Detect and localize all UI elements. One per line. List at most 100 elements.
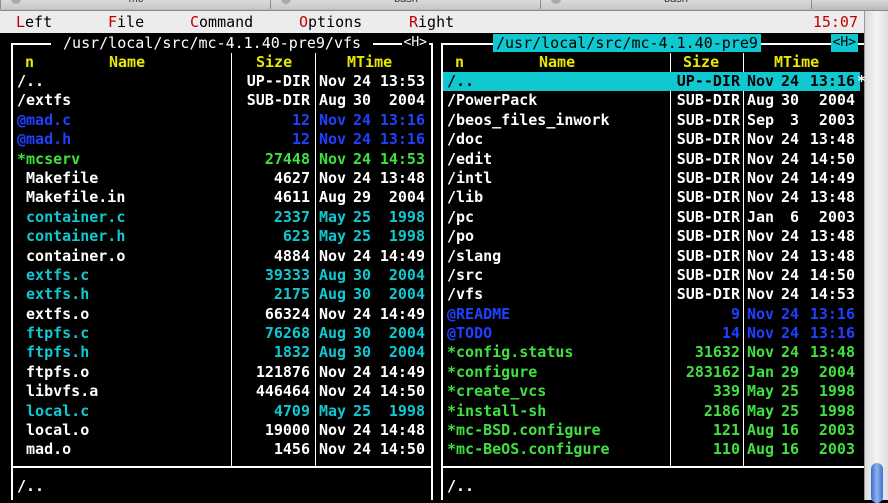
file-time: 1998 [388, 401, 425, 420]
file-row[interactable]: /.. UP--DIR Nov 24 13:53 [13, 72, 431, 91]
column-header-name[interactable]: Name [109, 53, 145, 72]
column-header-size[interactable]: Size [256, 53, 292, 72]
file-row[interactable]: *create_vcs 339 May 25 1998 [443, 382, 864, 401]
file-row[interactable]: /pc SUB-DIR Jan 6 2003 [443, 208, 864, 227]
scrollbar-thumb[interactable] [871, 463, 883, 503]
file-row[interactable]: @mad.c 12 Nov 24 13:16 [13, 111, 431, 130]
menu-left[interactable]: Left [16, 13, 52, 31]
file-row[interactable]: ftpfs.c 76268 Aug 30 2004 [13, 324, 431, 343]
column-header-size[interactable]: Size [683, 53, 719, 72]
file-name: libvfs.a [17, 382, 99, 401]
menu-file[interactable]: File [108, 13, 144, 31]
file-day: 24 [780, 227, 799, 246]
file-size: SUB-DIR [676, 227, 740, 246]
column-header-n[interactable]: n [455, 53, 464, 72]
file-name: @README [447, 304, 511, 323]
file-row[interactable]: /src SUB-DIR Nov 24 14:50 [443, 266, 864, 285]
file-day: 24 [780, 304, 799, 323]
file-row[interactable]: /edit SUB-DIR Nov 24 14:50 [443, 150, 864, 169]
file-row[interactable]: /beos_files_inwork SUB-DIR Sep 3 2003 [443, 111, 864, 130]
file-day: 16 [780, 440, 799, 459]
file-row[interactable]: libvfs.a 446464 Nov 24 14:50 [13, 382, 431, 401]
file-size: 121876 [255, 362, 310, 381]
panel-path[interactable]: /usr/local/src/mc-4.1.40-pre9 [493, 34, 761, 52]
panel-path[interactable]: /usr/local/src/mc-4.1.40-pre9/vfs [51, 34, 374, 52]
file-row[interactable]: @TODO 14 Nov 24 13:16 [443, 324, 864, 343]
file-row[interactable]: /extfs SUB-DIR Aug 30 2004 [13, 91, 431, 110]
file-row[interactable]: @mad.h 12 Nov 24 13:16 [13, 130, 431, 149]
terminal-tab[interactable]: bash [270, 0, 542, 9]
file-month: Aug [319, 91, 347, 110]
file-row[interactable]: extfs.h 2175 Aug 30 2004 [13, 285, 431, 304]
file-row[interactable]: /PowerPack SUB-DIR Aug 30 2004 [443, 91, 864, 110]
file-row[interactable]: ftpfs.o 121876 Nov 24 14:49 [13, 363, 431, 382]
file-name: /edit [447, 149, 493, 168]
terminal-tab[interactable]: mc [0, 0, 272, 9]
file-row[interactable]: local.c 4709 May 25 1998 [13, 402, 431, 421]
menu-command[interactable]: Command [190, 13, 253, 31]
panel-divider [443, 466, 864, 468]
terminal-tab-strip: mc bash bash [0, 0, 888, 11]
file-row[interactable]: mad.o 1456 Nov 24 14:50 [13, 440, 431, 459]
file-size: UP--DIR [246, 72, 310, 90]
file-row[interactable]: *configure 283162 Jan 29 2004 [443, 363, 864, 382]
file-row[interactable]: *mcserv 27448 Nov 24 14:53 [13, 150, 431, 169]
column-header-n[interactable]: n [25, 53, 34, 72]
file-day: 24 [352, 72, 371, 90]
file-row[interactable]: @README 9 Nov 24 13:16 [443, 305, 864, 324]
menu-options[interactable]: Options [299, 13, 362, 31]
file-row[interactable]: extfs.c 39333 Aug 30 2004 [13, 266, 431, 285]
file-month: Nov [319, 72, 347, 90]
menu-right[interactable]: Right [409, 13, 454, 31]
file-time: 14:53 [379, 149, 425, 168]
file-row[interactable]: /intl SUB-DIR Nov 24 14:49 [443, 169, 864, 188]
file-time: 13:16 [809, 324, 855, 343]
menu-bar: Left File Command Options Right 15:07 [0, 11, 864, 33]
file-row[interactable]: local.o 19000 Nov 24 14:48 [13, 421, 431, 440]
file-size: 2337 [273, 207, 310, 226]
file-time: 2003 [818, 440, 855, 459]
left-file-panel[interactable]: /usr/local/src/mc-4.1.40-pre9/vfs <H> n … [11, 34, 433, 500]
file-row[interactable]: /vfs SUB-DIR Nov 24 14:53 [443, 285, 864, 304]
file-name: *mc-BSD.configure [447, 421, 601, 440]
file-row[interactable]: /slang SUB-DIR Nov 24 13:48 [443, 247, 864, 266]
file-row[interactable]: *mc-BeOS.configure 110 Aug 16 2003 [443, 440, 864, 459]
right-file-panel[interactable]: /usr/local/src/mc-4.1.40-pre9 <H> n Name… [441, 34, 866, 500]
file-size: 4627 [273, 168, 310, 187]
file-row[interactable]: container.h 623 May 25 1998 [13, 227, 431, 246]
file-row[interactable]: extfs.o 66324 Nov 24 14:49 [13, 305, 431, 324]
window-scrollbar[interactable] [864, 11, 888, 503]
file-row[interactable]: container.c 2337 May 25 1998 [13, 208, 431, 227]
file-row[interactable]: Makefile 4627 Nov 24 13:48 [13, 169, 431, 188]
file-time: 13:16 [379, 110, 425, 129]
file-time: 2004 [388, 91, 425, 110]
file-name: @TODO [447, 324, 493, 343]
file-row[interactable]: /po SUB-DIR Nov 24 13:48 [443, 227, 864, 246]
file-row[interactable]: *mc-BSD.configure 121 Aug 16 2003 [443, 421, 864, 440]
history-button[interactable]: <H> [401, 34, 429, 52]
file-row[interactable]: /.. UP--DIR Nov 24 13:16 * [443, 72, 866, 91]
file-size: 27448 [264, 149, 310, 168]
file-row[interactable]: Makefile.in 4611 Aug 29 2004 [13, 188, 431, 207]
file-row[interactable]: /doc SUB-DIR Nov 24 13:48 [443, 130, 864, 149]
column-header-name[interactable]: Name [539, 53, 575, 72]
file-row[interactable]: *install-sh 2186 May 25 1998 [443, 402, 864, 421]
terminal-tab[interactable]: bash [540, 0, 812, 9]
file-list: /.. UP--DIR Nov 24 13:53/extfs SUB-DIR Aug 30 20… [13, 72, 431, 460]
panel-divider [13, 466, 431, 468]
file-day: 24 [352, 130, 371, 149]
file-time: 13:48 [809, 188, 855, 207]
file-day: 25 [352, 227, 371, 246]
file-row[interactable]: /lib SUB-DIR Nov 24 13:48 [443, 188, 864, 207]
file-size: 31632 [694, 343, 740, 362]
file-row[interactable]: container.o 4884 Nov 24 14:49 [13, 247, 431, 266]
column-header-mtime[interactable]: MTime [347, 53, 392, 72]
column-header-mtime[interactable]: MTime [774, 53, 819, 72]
file-row[interactable]: *config.status 31632 Nov 24 13:48 [443, 343, 864, 362]
history-button[interactable]: <H> [830, 34, 858, 52]
file-name: /intl [447, 168, 493, 187]
file-time: 2004 [388, 285, 425, 304]
file-month: Nov [319, 110, 347, 129]
file-day: 30 [352, 324, 371, 343]
file-row[interactable]: ftpfs.h 1832 Aug 30 2004 [13, 343, 431, 362]
